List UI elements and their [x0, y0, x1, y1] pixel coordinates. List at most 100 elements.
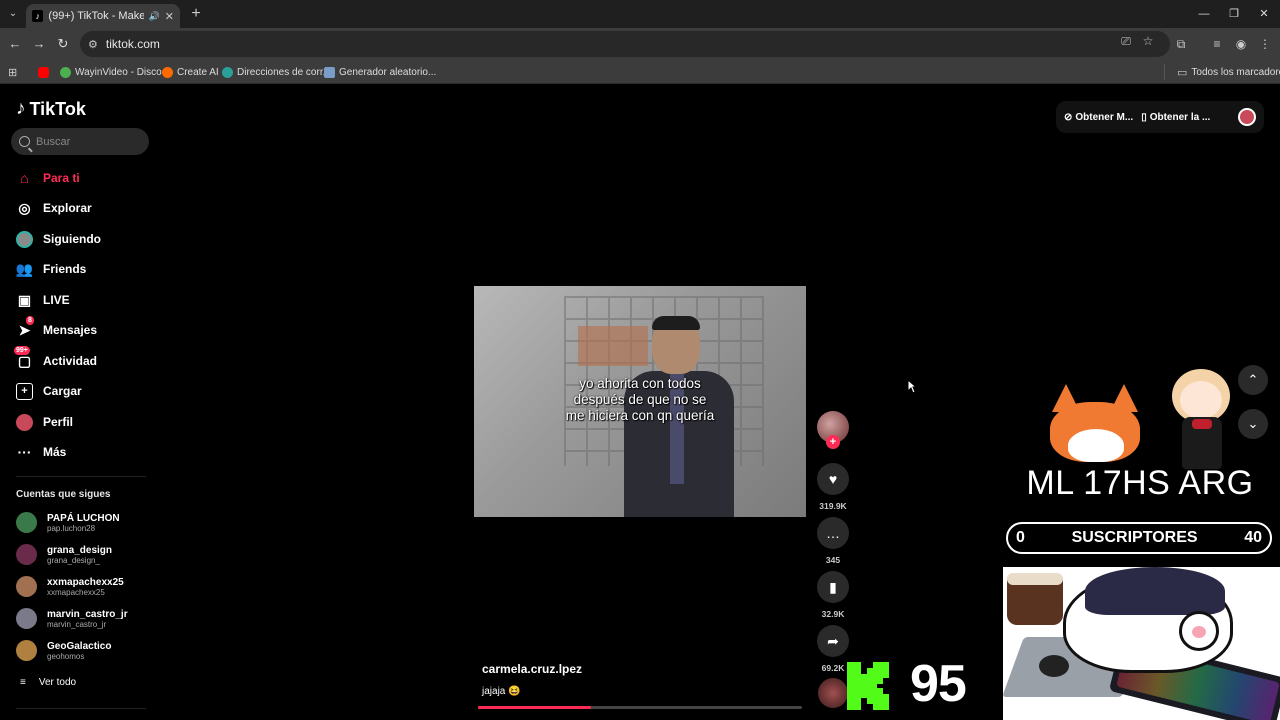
restore-button[interactable]: ❐ [1224, 5, 1244, 23]
extensions-icon[interactable]: ⧉ [1172, 35, 1190, 53]
like-count: 319.9K [819, 501, 847, 511]
account-name: PAPÁ LUCHON [47, 512, 120, 524]
comment-icon[interactable]: … [817, 517, 849, 549]
nav-para-ti[interactable]: ⌂ Para ti [16, 167, 80, 189]
bookmarks-bar: ⊞ WayinVideo - Disco... Create AI Direcc… [0, 60, 1280, 84]
following-section-title: Cuentas que sigues [16, 489, 111, 500]
bookmark-direcciones[interactable]: Direcciones de corr... [222, 64, 331, 80]
following-account[interactable]: grana_design grana_design_ [16, 544, 112, 565]
nav-mas[interactable]: ··· Más [16, 441, 67, 463]
bookmark-star-icon[interactable]: ☆ [1140, 33, 1156, 49]
tab-close-icon[interactable]: ✕ [165, 10, 174, 23]
nav-perfil[interactable]: Perfil [16, 411, 73, 433]
reload-button[interactable]: ↻ [54, 35, 72, 53]
bookmark-generador[interactable]: Generador aleatorio... [324, 64, 436, 80]
nav-actividad[interactable]: ▢ 99+ Actividad [14, 345, 97, 372]
avatar [16, 608, 37, 629]
cast-icon[interactable]: ⎚ [1118, 33, 1134, 49]
account-name: GeoGalactico [47, 640, 112, 652]
video-progress-bar[interactable] [478, 706, 802, 709]
follow-plus-icon[interactable]: + [826, 435, 840, 449]
home-icon: ⌂ [20, 170, 29, 186]
browser-menu-icon[interactable]: ⋮ [1256, 35, 1274, 53]
minimize-button[interactable]: — [1194, 5, 1214, 23]
following-avatar-icon [16, 230, 33, 248]
get-app-label: Obtener la ... [1149, 111, 1211, 123]
following-account[interactable]: marvin_castro_jr marvin_castro_jr [16, 608, 128, 629]
bookmark-youtube[interactable] [38, 64, 49, 80]
following-account[interactable]: PAPÁ LUCHON pap.luchon28 [16, 512, 120, 533]
avatar [16, 640, 37, 661]
nav-live[interactable]: ▣ LIVE [16, 289, 70, 311]
stream-title: ML 17HS ARG [1026, 464, 1254, 502]
message-badge: 8 [26, 315, 34, 325]
live-icon: ▣ [17, 291, 32, 308]
media-control-icon[interactable]: ≡ [1208, 35, 1226, 53]
all-bookmarks[interactable]: ▭ Todos los marcadores [1164, 64, 1280, 80]
video-player[interactable]: yo ahorita con todos después de que no s… [474, 286, 806, 517]
previous-video-button[interactable]: ⌃ [1238, 365, 1268, 395]
search-icon [19, 136, 30, 147]
nav-cargar[interactable]: + Cargar [16, 380, 82, 402]
following-account[interactable]: xxmapachexx25 xxmapachexx25 [16, 576, 124, 597]
bookmark-icon[interactable]: ▮ [817, 571, 849, 603]
search-bar[interactable] [11, 128, 149, 155]
bookmark-label: WayinVideo - Disco... [75, 66, 171, 78]
audio-playing-icon[interactable]: 🔊 [149, 11, 160, 22]
tab-search-icon[interactable]: ⌄ [4, 5, 22, 23]
get-coins-button[interactable]: ⊘ Obtener M... [1064, 112, 1133, 123]
save-action[interactable]: ▮ 32.9K [816, 571, 850, 619]
next-video-button[interactable]: ⌄ [1238, 409, 1268, 439]
nav-friends[interactable]: 👥 Friends [16, 258, 87, 280]
close-window-button[interactable]: ✕ [1254, 5, 1274, 23]
paw-pad [1192, 626, 1206, 638]
get-app-button[interactable]: ▯ Obtener la ... [1141, 112, 1210, 123]
new-tab-button[interactable]: + [188, 5, 204, 23]
bookmark-create-ai[interactable]: Create AI [162, 64, 219, 80]
browser-tab-strip: ⌄ ♪ (99+) TikTok - Make Your Day 🔊 ✕ + —… [0, 0, 1280, 28]
site-info-icon[interactable]: ⚙ [88, 38, 98, 51]
caption-line: me hiciera con qn quería [565, 408, 715, 423]
cat-cap [1085, 567, 1225, 615]
compass-icon: ◎ [18, 199, 31, 216]
forward-button[interactable]: → [30, 35, 48, 53]
fox-sticker [1040, 384, 1146, 464]
nav-label: Mensajes [43, 323, 98, 337]
avatar [16, 512, 37, 533]
following-account[interactable]: GeoGalactico geohomos [16, 640, 111, 661]
address-bar[interactable]: ⚙ tiktok.com [80, 31, 1170, 57]
nav-mensajes[interactable]: ➤ 8 Mensajes [16, 315, 98, 341]
mouse-cursor-icon [907, 379, 917, 394]
see-all-label: Ver todo [38, 677, 77, 688]
caption-line: después de que no se [573, 392, 707, 407]
nav-explorar[interactable]: ◎ Explorar [16, 197, 92, 219]
person-hair [652, 316, 700, 330]
nav-label: Explorar [43, 201, 92, 215]
heart-icon[interactable]: ♥ [817, 463, 849, 495]
comment-action[interactable]: … 345 [816, 517, 850, 565]
profile-avatar-icon[interactable]: ◉ [1232, 35, 1250, 53]
account-handle: geohomos [47, 651, 85, 661]
user-avatar[interactable] [1238, 108, 1256, 126]
generador-icon [324, 66, 335, 78]
apps-grid-icon[interactable]: ⊞ [8, 64, 17, 80]
tiktok-logo[interactable]: ♪ TikTok [16, 98, 86, 120]
like-action[interactable]: ♥ 319.9K [816, 463, 850, 511]
create-ai-icon [162, 66, 173, 78]
back-button[interactable]: ← [6, 35, 24, 53]
see-all-button[interactable]: ≡ Ver todo [20, 677, 76, 688]
browser-tab[interactable]: ♪ (99+) TikTok - Make Your Day 🔊 ✕ [26, 4, 180, 28]
nav-label: Para ti [43, 171, 80, 185]
nav-siguiendo[interactable]: Siguiendo [16, 228, 101, 250]
search-input[interactable] [36, 135, 136, 148]
direcciones-icon [222, 66, 233, 78]
video-author[interactable]: carmela.cruz.lpez [482, 662, 582, 676]
cat-desk-scene [1003, 567, 1280, 720]
account-handle: grana_design_ [47, 555, 100, 565]
all-bookmarks-label: Todos los marcadores [1191, 66, 1280, 78]
bookmark-wayinvideo[interactable]: WayinVideo - Disco... [60, 64, 170, 80]
music-disc-icon[interactable] [818, 678, 848, 708]
nav-label: Cargar [43, 384, 82, 398]
save-count: 32.9K [821, 609, 845, 619]
share-icon[interactable]: ➦ [817, 625, 849, 657]
